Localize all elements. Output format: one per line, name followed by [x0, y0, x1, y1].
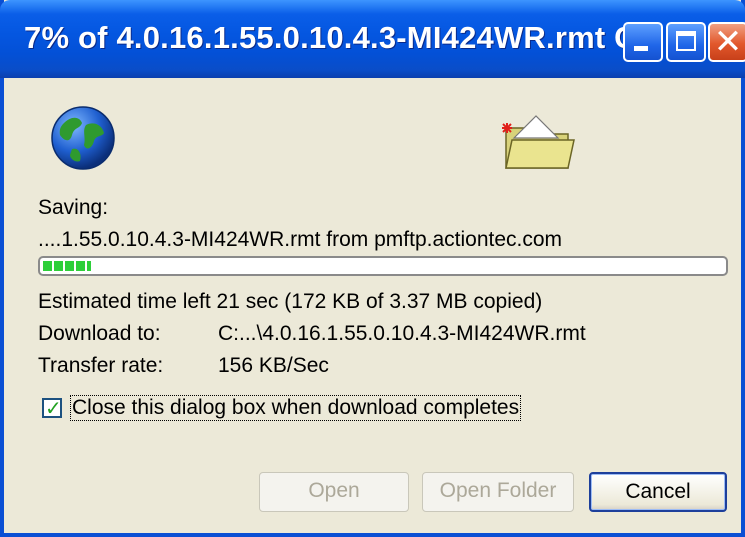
close-on-complete-checkbox[interactable]: ✓ [42, 398, 62, 420]
download-progress-bar [38, 256, 728, 276]
maximize-icon [676, 31, 696, 51]
open-folder-button[interactable]: Open Folder [422, 472, 574, 512]
download-to-path: C:...\4.0.16.1.55.0.10.4.3-MI424WR.rmt [218, 322, 586, 345]
check-icon: ✓ [45, 398, 62, 420]
download-to-label: Download to: [38, 322, 161, 345]
minimize-icon [634, 46, 648, 51]
globe-icon [51, 106, 115, 170]
download-dialog: 7% of 4.0.16.1.55.0.10.4.3-MI424WR.rmt C… [0, 0, 745, 537]
window-title: 7% of 4.0.16.1.55.0.10.4.3-MI424WR.rmt C… [24, 20, 664, 55]
close-on-complete-label[interactable]: Close this dialog box when download comp… [70, 395, 522, 421]
saving-label: Saving: [38, 196, 109, 219]
minimize-button[interactable] [623, 22, 663, 62]
folder-icon [502, 115, 575, 169]
estimated-time-text: Estimated time left 21 sec (172 KB of 3.… [38, 290, 543, 313]
download-source: ....1.55.0.10.4.3-MI424WR.rmt from pmftp… [38, 228, 563, 251]
close-icon: ✕ [713, 23, 743, 61]
transfer-rate-value: 156 KB/Sec [218, 354, 329, 377]
dialog-body: Saving: ....1.55.0.10.4.3-MI424WR.rmt fr… [4, 78, 741, 533]
close-button[interactable]: ✕ [708, 22, 745, 62]
cancel-button[interactable]: Cancel [589, 472, 727, 512]
progress-fill [43, 261, 91, 271]
transfer-rate-label: Transfer rate: [38, 354, 164, 377]
title-bar[interactable]: 7% of 4.0.16.1.55.0.10.4.3-MI424WR.rmt C… [0, 0, 745, 78]
maximize-button[interactable] [666, 22, 706, 62]
open-button[interactable]: Open [259, 472, 409, 512]
